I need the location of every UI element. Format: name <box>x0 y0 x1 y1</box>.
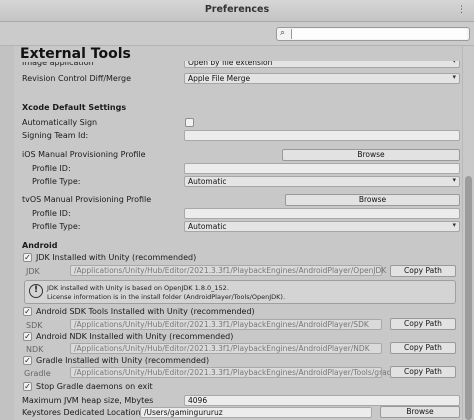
revision-control-label: Revision Control Diff/Merge <box>22 74 131 83</box>
ios-browse-button[interactable]: Browse <box>282 149 460 161</box>
sdk-path-field: /Applications/Unity/Hub/Editor/2021.3.3f… <box>70 319 382 330</box>
section-title: External Tools <box>20 46 131 62</box>
jdk-label: JDK <box>26 267 40 276</box>
jdk-copy-path-button[interactable]: Copy Path <box>390 265 456 277</box>
info-line-1: JDK installed with Unity is based on Ope… <box>47 284 229 292</box>
sdk-copy-path-button[interactable]: Copy Path <box>390 318 456 330</box>
window-titlebar: Preferences ⋮ <box>0 0 474 22</box>
tvos-profile-id-field[interactable] <box>184 208 460 219</box>
ios-profile-type-dropdown[interactable]: Automatic ▾ <box>184 176 460 187</box>
tvos-profile-type-value: Automatic <box>188 222 227 231</box>
ios-profile-id-field[interactable] <box>184 163 460 174</box>
jdk-check-label: JDK Installed with Unity (recommended) <box>36 253 197 262</box>
chevron-down-icon: ▾ <box>452 57 456 65</box>
sdk-label: SDK <box>26 321 43 330</box>
vertical-scrollbar[interactable] <box>462 46 474 420</box>
external-tools-panel: External Tools Image application Open by… <box>14 46 462 420</box>
stop-daemons-label: Stop Gradle daemons on exit <box>36 382 153 391</box>
tvos-profile-label: tvOS Manual Provisioning Profile <box>22 195 152 204</box>
sdk-check-label: Android SDK Tools Installed with Unity (… <box>36 307 255 316</box>
tvos-profile-id-label: Profile ID: <box>32 209 71 218</box>
jvm-heap-field[interactable]: 4096 <box>184 395 460 406</box>
tvos-profile-type-dropdown[interactable]: Automatic ▾ <box>184 221 460 232</box>
jdk-checkbox[interactable]: ✓ <box>23 253 32 262</box>
ios-profile-id-label: Profile ID: <box>32 164 71 173</box>
chevron-down-icon: ▾ <box>452 73 456 81</box>
signing-team-label: Signing Team Id: <box>22 131 89 140</box>
gradle-path-field: /Applications/Unity/Hub/Editor/2021.3.3f… <box>70 367 398 378</box>
window-menu-icon[interactable]: ⋮ <box>457 0 466 20</box>
revision-control-dropdown[interactable]: Apple File Merge ▾ <box>184 73 460 84</box>
window-title: Preferences <box>204 4 270 15</box>
search-icon: ⌕ <box>280 28 286 38</box>
keystores-browse-button[interactable]: Browse <box>380 406 460 418</box>
keystores-label: Keystores Dedicated Location <box>22 408 141 417</box>
chevron-down-icon: ▾ <box>452 176 456 184</box>
ndk-label: NDK <box>26 345 44 354</box>
search-bar: ⌕ <box>0 22 474 46</box>
jdk-path-field: /Applications/Unity/Hub/Editor/2021.3.3f… <box>70 265 386 276</box>
stop-daemons-checkbox[interactable]: ✓ <box>23 382 32 391</box>
ios-profile-type-value: Automatic <box>188 177 227 186</box>
ndk-copy-path-button[interactable]: Copy Path <box>390 342 456 354</box>
android-heading: Android <box>22 241 58 250</box>
signing-team-field[interactable] <box>184 130 460 141</box>
gradle-copy-path-button[interactable]: Copy Path <box>390 366 456 378</box>
search-box[interactable]: ⌕ <box>276 27 470 41</box>
preferences-sidebar <box>0 46 14 420</box>
search-input[interactable] <box>291 29 467 39</box>
scrollbar-thumb[interactable] <box>465 176 472 420</box>
jdk-info-box: ! JDK installed with Unity is based on O… <box>24 280 456 304</box>
keystores-field[interactable]: /Users/gamingururuz <box>140 407 372 418</box>
revision-control-value: Apple File Merge <box>188 74 251 83</box>
xcode-heading: Xcode Default Settings <box>22 103 127 112</box>
gradle-checkbox[interactable]: ✓ <box>23 356 32 365</box>
info-line-2: License information is in the install fo… <box>47 293 286 301</box>
gradle-check-label: Gradle Installed with Unity (recommended… <box>36 356 210 365</box>
ndk-checkbox[interactable]: ✓ <box>23 332 32 341</box>
tvos-profile-type-label: Profile Type: <box>32 222 81 231</box>
info-icon: ! <box>29 284 43 298</box>
auto-sign-checkbox[interactable] <box>185 118 194 127</box>
ndk-check-label: Android NDK Installed with Unity (recomm… <box>36 332 234 341</box>
tvos-browse-button[interactable]: Browse <box>285 194 460 206</box>
ios-profile-type-label: Profile Type: <box>32 177 81 186</box>
chevron-down-icon: ▾ <box>452 221 456 229</box>
auto-sign-label: Automatically Sign <box>22 118 98 127</box>
image-application-dropdown[interactable]: Open by file extension ▾ <box>184 57 460 68</box>
gradle-label: Gradle <box>24 369 51 378</box>
ndk-path-field: /Applications/Unity/Hub/Editor/2021.3.3f… <box>70 343 382 354</box>
image-application-value: Open by file extension <box>188 58 273 67</box>
jvm-heap-label: Maximum JVM heap size, Mbytes <box>22 396 154 405</box>
ios-profile-label: iOS Manual Provisioning Profile <box>22 150 146 159</box>
sdk-checkbox[interactable]: ✓ <box>23 307 32 316</box>
